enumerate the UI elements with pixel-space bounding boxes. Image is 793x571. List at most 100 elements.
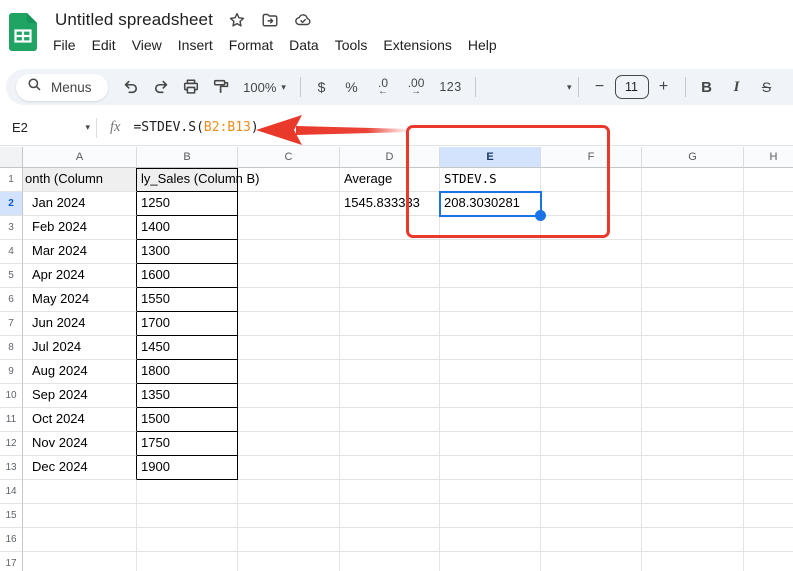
row-header-3[interactable]: 3 xyxy=(0,216,23,240)
cell-H5[interactable] xyxy=(744,264,793,288)
cell-E17[interactable] xyxy=(440,552,541,571)
cell-A2[interactable]: Jan 2024 xyxy=(23,192,137,216)
cell-A4[interactable]: Mar 2024 xyxy=(23,240,137,264)
star-icon[interactable] xyxy=(228,11,246,29)
cell-E3[interactable] xyxy=(440,216,541,240)
cell-F9[interactable] xyxy=(541,360,642,384)
cell-E15[interactable] xyxy=(440,504,541,528)
cell-B15[interactable] xyxy=(137,504,238,528)
cell-A11[interactable]: Oct 2024 xyxy=(23,408,137,432)
cell-H7[interactable] xyxy=(744,312,793,336)
cell-F7[interactable] xyxy=(541,312,642,336)
cell-D12[interactable] xyxy=(340,432,440,456)
cell-H4[interactable] xyxy=(744,240,793,264)
row-header-14[interactable]: 14 xyxy=(0,480,23,504)
sheets-logo-icon[interactable] xyxy=(9,13,37,51)
cell-D13[interactable] xyxy=(340,456,440,480)
cell-C9[interactable] xyxy=(238,360,340,384)
cell-G1[interactable] xyxy=(642,168,744,192)
cell-C6[interactable] xyxy=(238,288,340,312)
cell-D11[interactable] xyxy=(340,408,440,432)
cell-C2[interactable] xyxy=(238,192,340,216)
zoom-select[interactable]: 100% ▾ xyxy=(236,80,294,95)
cell-G7[interactable] xyxy=(642,312,744,336)
cell-C17[interactable] xyxy=(238,552,340,571)
row-header-1[interactable]: 1 xyxy=(0,168,23,192)
cell-D2[interactable]: 1545.833333 xyxy=(340,192,440,216)
cell-H8[interactable] xyxy=(744,336,793,360)
cell-E14[interactable] xyxy=(440,480,541,504)
cell-B4[interactable]: 1300 xyxy=(137,240,238,264)
cell-F14[interactable] xyxy=(541,480,642,504)
cell-B8[interactable]: 1450 xyxy=(137,336,238,360)
row-header-13[interactable]: 13 xyxy=(0,456,23,480)
cell-H12[interactable] xyxy=(744,432,793,456)
cell-E13[interactable] xyxy=(440,456,541,480)
cell-H3[interactable] xyxy=(744,216,793,240)
cell-C4[interactable] xyxy=(238,240,340,264)
menu-edit[interactable]: Edit xyxy=(84,34,124,56)
cell-G17[interactable] xyxy=(642,552,744,571)
cell-H13[interactable] xyxy=(744,456,793,480)
font-size-input[interactable]: 11 xyxy=(615,75,649,99)
percent-format-button[interactable]: % xyxy=(337,73,367,101)
cell-C12[interactable] xyxy=(238,432,340,456)
cell-E10[interactable] xyxy=(440,384,541,408)
row-header-7[interactable]: 7 xyxy=(0,312,23,336)
cell-H2[interactable] xyxy=(744,192,793,216)
row-header-12[interactable]: 12 xyxy=(0,432,23,456)
currency-format-button[interactable]: $ xyxy=(307,73,337,101)
cell-F10[interactable] xyxy=(541,384,642,408)
font-family-select[interactable]: ▾ xyxy=(482,83,572,92)
page-title[interactable]: Untitled spreadsheet xyxy=(55,10,213,30)
cell-F16[interactable] xyxy=(541,528,642,552)
menu-format[interactable]: Format xyxy=(221,34,281,56)
cell-A16[interactable] xyxy=(23,528,137,552)
cell-B5[interactable]: 1600 xyxy=(137,264,238,288)
row-header-9[interactable]: 9 xyxy=(0,360,23,384)
cell-G3[interactable] xyxy=(642,216,744,240)
cell-B16[interactable] xyxy=(137,528,238,552)
cell-E12[interactable] xyxy=(440,432,541,456)
cell-A1[interactable]: onth (Column xyxy=(23,168,137,192)
cell-C8[interactable] xyxy=(238,336,340,360)
cell-B6[interactable]: 1550 xyxy=(137,288,238,312)
row-header-6[interactable]: 6 xyxy=(0,288,23,312)
redo-button[interactable] xyxy=(146,73,176,101)
cell-E7[interactable] xyxy=(440,312,541,336)
cell-H14[interactable] xyxy=(744,480,793,504)
cell-F11[interactable] xyxy=(541,408,642,432)
cell-C5[interactable] xyxy=(238,264,340,288)
column-header-H[interactable]: H xyxy=(744,147,793,168)
cell-D7[interactable] xyxy=(340,312,440,336)
cell-C7[interactable] xyxy=(238,312,340,336)
cell-D6[interactable] xyxy=(340,288,440,312)
cell-H11[interactable] xyxy=(744,408,793,432)
menu-tools[interactable]: Tools xyxy=(327,34,376,56)
cell-G15[interactable] xyxy=(642,504,744,528)
cell-C3[interactable] xyxy=(238,216,340,240)
name-box[interactable]: E2 ▾ xyxy=(0,120,96,135)
cell-G16[interactable] xyxy=(642,528,744,552)
row-header-15[interactable]: 15 xyxy=(0,504,23,528)
cell-A14[interactable] xyxy=(23,480,137,504)
cell-F1[interactable] xyxy=(541,168,642,192)
row-header-2[interactable]: 2 xyxy=(0,192,23,216)
cell-A5[interactable]: Apr 2024 xyxy=(23,264,137,288)
cell-A7[interactable]: Jun 2024 xyxy=(23,312,137,336)
row-header-10[interactable]: 10 xyxy=(0,384,23,408)
cell-G8[interactable] xyxy=(642,336,744,360)
cell-B3[interactable]: 1400 xyxy=(137,216,238,240)
cell-A17[interactable] xyxy=(23,552,137,571)
select-all-corner[interactable] xyxy=(0,147,23,168)
menus-search-button[interactable]: Menus xyxy=(16,74,108,101)
cell-G11[interactable] xyxy=(642,408,744,432)
cell-A9[interactable]: Aug 2024 xyxy=(23,360,137,384)
menu-file[interactable]: File xyxy=(45,34,84,56)
italic-button[interactable]: I xyxy=(722,73,752,101)
cell-D4[interactable] xyxy=(340,240,440,264)
cell-G6[interactable] xyxy=(642,288,744,312)
cell-H15[interactable] xyxy=(744,504,793,528)
undo-button[interactable] xyxy=(116,73,146,101)
cell-D14[interactable] xyxy=(340,480,440,504)
